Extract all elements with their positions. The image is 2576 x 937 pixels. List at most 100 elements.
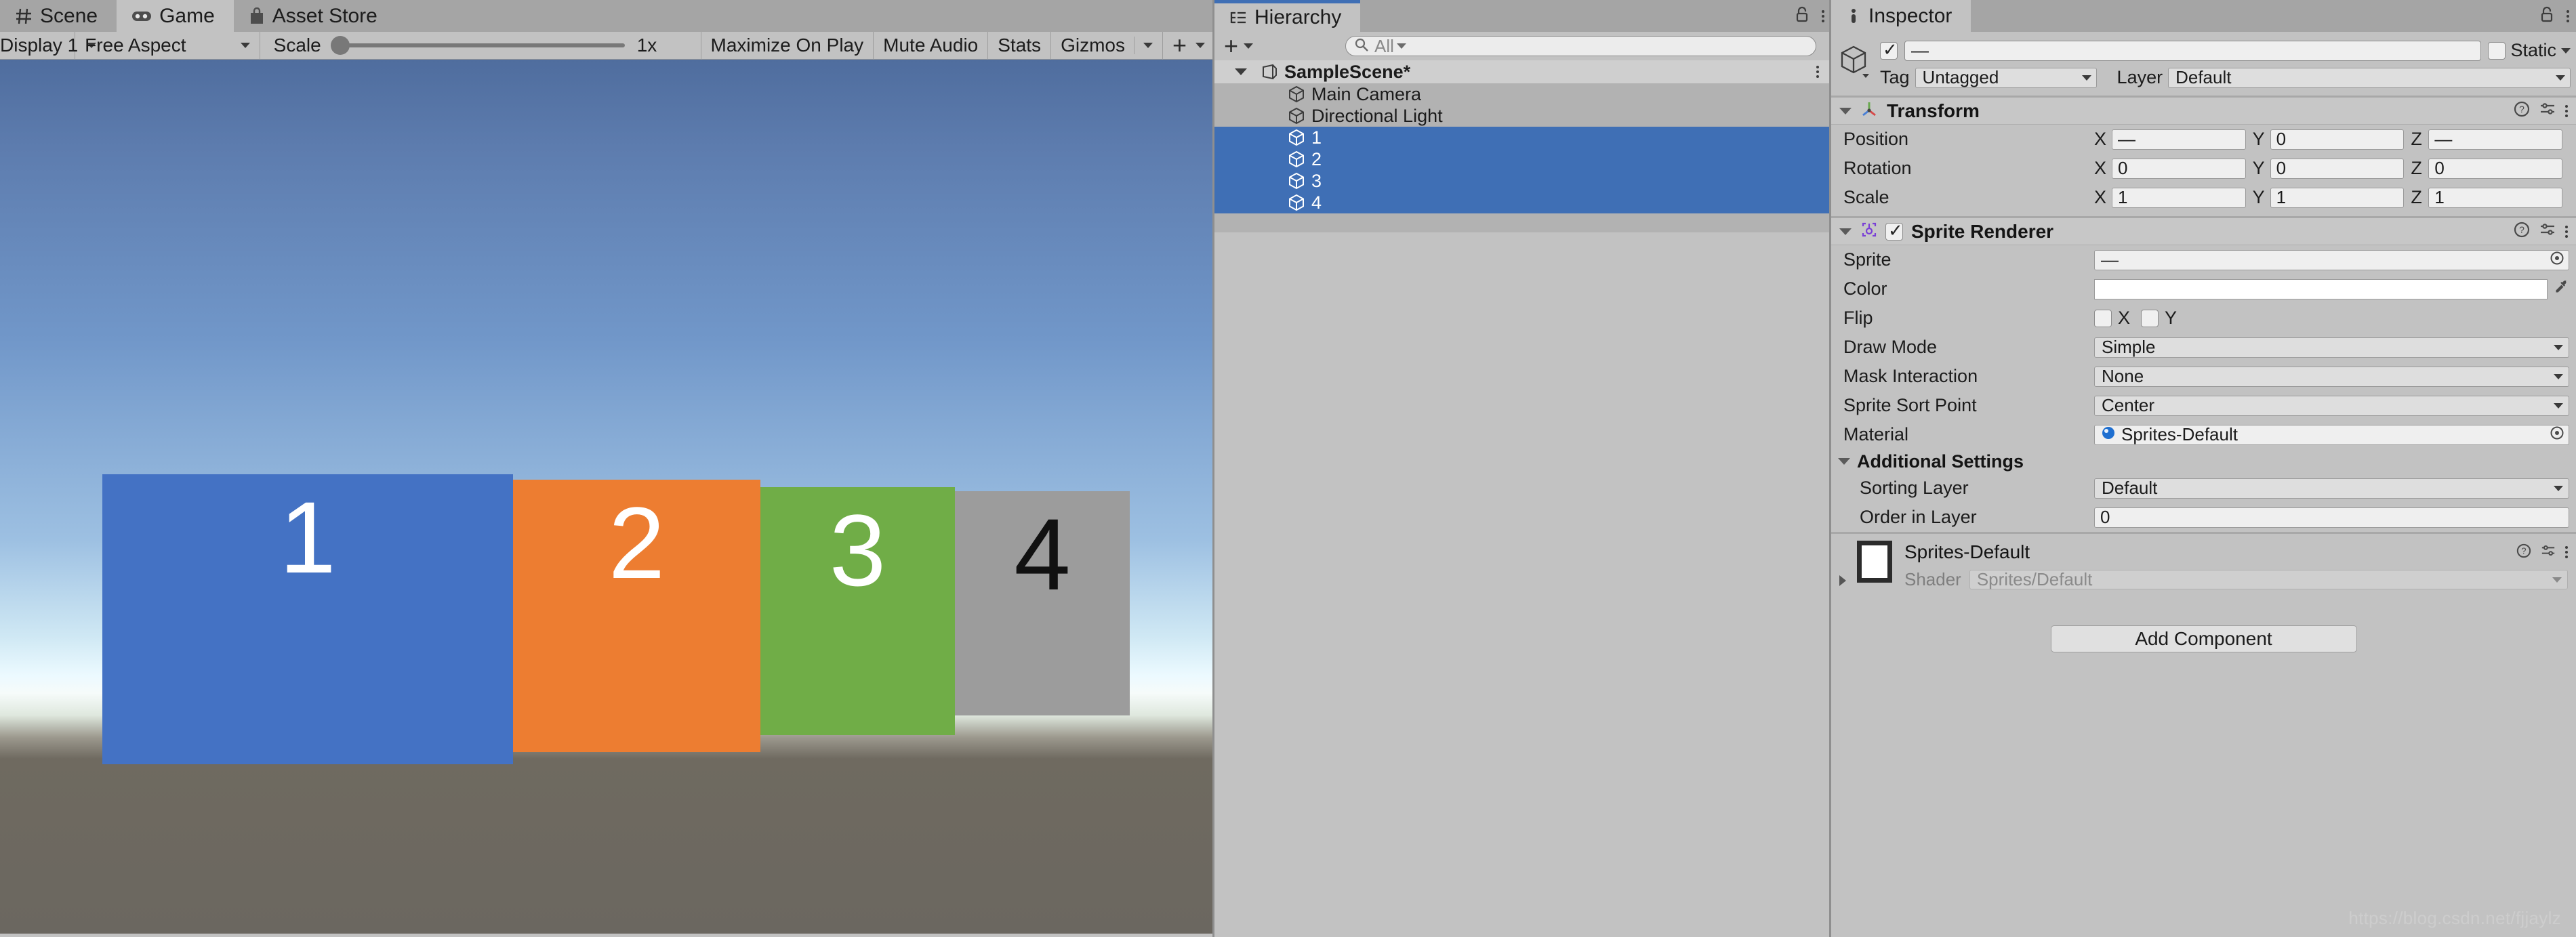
- help-icon[interactable]: ?: [2514, 222, 2530, 241]
- gamepad-icon: [131, 9, 152, 24]
- rotation-y-input[interactable]: 0: [2270, 159, 2405, 179]
- chevron-down-icon[interactable]: [2561, 48, 2571, 54]
- static-toggle-group[interactable]: Static: [2488, 40, 2571, 61]
- flip-y-checkbox[interactable]: [2141, 310, 2159, 327]
- hierarchy-scene-row[interactable]: SampleScene*: [1214, 60, 1831, 83]
- material-menu-icon[interactable]: [2565, 546, 2568, 558]
- tab-scene[interactable]: Scene: [0, 0, 117, 32]
- hierarchy-item-2[interactable]: 2: [1214, 148, 1831, 170]
- scale-slider-group[interactable]: Scale 1x: [260, 32, 701, 60]
- object-picker-icon[interactable]: [2550, 249, 2564, 270]
- rotation-z-input[interactable]: 0: [2428, 159, 2562, 179]
- preset-icon[interactable]: [2539, 101, 2556, 121]
- shader-value: Sprites/Default: [1977, 569, 2552, 590]
- hierarchy-item-directional-light[interactable]: Directional Light: [1214, 105, 1831, 127]
- store-bag-icon: [249, 7, 265, 25]
- position-y-input[interactable]: 0: [2270, 129, 2405, 150]
- hierarchy-item-4[interactable]: 4: [1214, 192, 1831, 213]
- add-menu-button[interactable]: +: [1163, 32, 1214, 60]
- inspector-tabstrip: Inspector: [1831, 0, 2576, 32]
- scale-slider[interactable]: [333, 43, 625, 47]
- eyedropper-icon[interactable]: [2553, 278, 2569, 299]
- gameobject-cube-icon: [1288, 85, 1305, 104]
- transform-menu-icon[interactable]: [2565, 105, 2568, 117]
- object-picker-icon[interactable]: [2550, 424, 2564, 445]
- aspect-ratio-dropdown[interactable]: Free Aspect: [75, 32, 260, 60]
- sprite-renderer-enabled-checkbox[interactable]: [1885, 223, 1903, 241]
- display-dropdown[interactable]: Display 1: [0, 32, 75, 60]
- static-label: Static: [2510, 40, 2556, 61]
- game-render-area[interactable]: 1234: [0, 60, 1214, 937]
- scale-slider-handle[interactable]: [331, 36, 350, 55]
- inspector-menu-icon[interactable]: [2567, 10, 2569, 22]
- add-component-button[interactable]: Add Component: [2051, 625, 2357, 652]
- scale-x-input[interactable]: 1: [2112, 188, 2246, 208]
- sprite-renderer-menu-icon[interactable]: [2565, 226, 2568, 238]
- axis-x-label: X: [2094, 129, 2112, 150]
- static-checkbox[interactable]: [2488, 42, 2506, 60]
- preset-icon[interactable]: [2539, 222, 2556, 241]
- tab-game[interactable]: Game: [117, 0, 234, 32]
- sprite-renderer-component-header[interactable]: Sprite Renderer ?: [1831, 218, 2576, 245]
- gizmos-label: Gizmos: [1061, 35, 1125, 56]
- tab-hierarchy[interactable]: Hierarchy: [1214, 0, 1360, 32]
- layer-dropdown[interactable]: Default: [2168, 68, 2571, 88]
- hierarchy-item-3[interactable]: 3: [1214, 170, 1831, 192]
- mask-interaction-dropdown[interactable]: None: [2094, 367, 2569, 387]
- rotation-x-input[interactable]: 0: [2112, 159, 2246, 179]
- watermark-text: https://blog.csdn.net/fjjaylz: [2348, 908, 2561, 929]
- sprite-object-field[interactable]: —: [2094, 250, 2569, 270]
- object-enabled-checkbox[interactable]: [1880, 42, 1898, 60]
- scale-y-input[interactable]: 1: [2270, 188, 2405, 208]
- foldout-arrow-icon[interactable]: [1839, 108, 1852, 114]
- tab-inspector[interactable]: Inspector: [1831, 0, 1971, 32]
- hierarchy-item-label: 4: [1311, 192, 1322, 213]
- foldout-arrow-icon[interactable]: [1838, 458, 1850, 465]
- additional-settings-foldout[interactable]: Additional Settings: [1831, 449, 2576, 474]
- scale-label: Scale: [274, 35, 321, 56]
- tag-dropdown[interactable]: Untagged: [1915, 68, 2097, 88]
- material-label: Material: [1843, 424, 2094, 445]
- hierarchy-item-1[interactable]: 1: [1214, 127, 1831, 148]
- hierarchy-menu-icon[interactable]: [1822, 10, 1824, 22]
- chevron-right-icon[interactable]: [1839, 575, 1846, 586]
- sorting-layer-dropdown[interactable]: Default: [2094, 478, 2569, 499]
- maximize-on-play-button[interactable]: Maximize On Play: [701, 32, 874, 60]
- mute-audio-button[interactable]: Mute Audio: [874, 32, 988, 60]
- lock-icon[interactable]: [2539, 5, 2554, 26]
- layer-value: Default: [2175, 67, 2556, 88]
- preset-icon[interactable]: [2541, 543, 2556, 562]
- scale-z-input[interactable]: 1: [2428, 188, 2562, 208]
- transform-component-header[interactable]: Transform ?: [1831, 98, 2576, 125]
- flip-x-checkbox[interactable]: [2094, 310, 2112, 327]
- hierarchy-scene-name: SampleScene*: [1284, 62, 1410, 83]
- material-object-field[interactable]: Sprites-Default: [2094, 425, 2569, 445]
- lock-icon[interactable]: [1795, 5, 1810, 26]
- color-swatch-field[interactable]: [2094, 279, 2548, 299]
- help-icon[interactable]: ?: [2516, 543, 2531, 562]
- shader-dropdown[interactable]: Sprites/Default: [1969, 570, 2568, 589]
- flip-y-group[interactable]: Y: [2141, 308, 2177, 329]
- position-z-input[interactable]: —: [2428, 129, 2562, 150]
- material-value: Sprites-Default: [2121, 424, 2544, 445]
- hierarchy-search-input[interactable]: All: [1345, 36, 1816, 56]
- inspector-tab-actions: [2539, 0, 2569, 32]
- foldout-arrow-icon[interactable]: [1839, 228, 1852, 235]
- sorting-layer-label: Sorting Layer: [1843, 478, 2094, 499]
- create-object-button[interactable]: +: [1224, 34, 1253, 58]
- order-in-layer-input[interactable]: 0: [2094, 507, 2569, 528]
- scene-menu-icon[interactable]: [1816, 66, 1819, 78]
- axis-x-label: X: [2094, 187, 2112, 208]
- material-expand-arrow[interactable]: [1839, 541, 1857, 590]
- flip-x-group[interactable]: X: [2094, 308, 2130, 329]
- object-name-input[interactable]: —: [1904, 41, 2481, 61]
- stats-button[interactable]: Stats: [988, 32, 1051, 60]
- draw-mode-dropdown[interactable]: Simple: [2094, 337, 2569, 358]
- gizmos-dropdown[interactable]: Gizmos: [1051, 32, 1163, 60]
- position-x-input[interactable]: —: [2112, 129, 2246, 150]
- tab-asset-store[interactable]: Asset Store: [234, 0, 396, 32]
- help-icon[interactable]: ?: [2514, 101, 2530, 121]
- sprite-sort-point-dropdown[interactable]: Center: [2094, 396, 2569, 416]
- foldout-arrow-icon[interactable]: [1235, 68, 1247, 75]
- hierarchy-item-main-camera[interactable]: Main Camera: [1214, 83, 1831, 105]
